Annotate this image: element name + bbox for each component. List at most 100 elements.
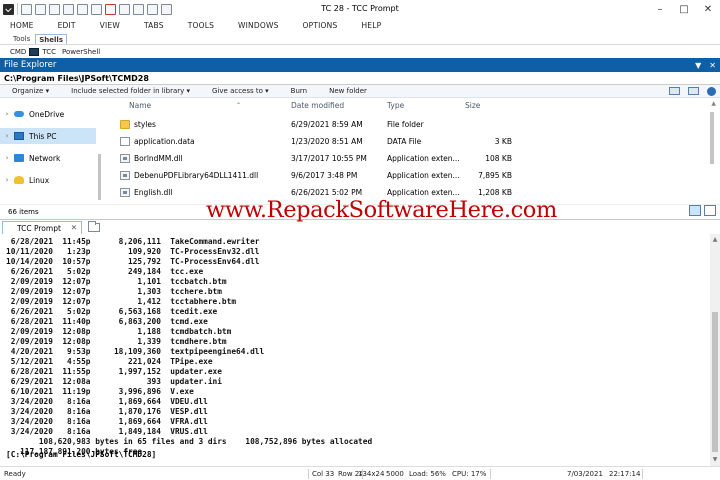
file-type: Application exten... (387, 188, 460, 197)
nav-item-linux[interactable]: › Linux (0, 172, 96, 188)
nav-item-network[interactable]: › Network (0, 150, 96, 166)
toolbar-right-icons (669, 87, 716, 96)
file-row[interactable]: application.data 1/23/2020 8:51 AM DATA … (112, 134, 512, 149)
settings-icon[interactable] (133, 3, 144, 15)
include-library-button[interactable]: Include selected folder in library ▾ (60, 87, 201, 95)
file-row[interactable]: styles 6/29/2021 8:59 AM File folder (112, 117, 512, 132)
expand-arrow-icon[interactable]: › (0, 176, 14, 184)
column-header-name[interactable]: Name ⌃ (129, 101, 241, 113)
file-name: DebenuPDFLibrary64DLL1411.dll (134, 171, 259, 180)
address-bar[interactable]: C:\Program Files\JPSoft\TCMD28 (0, 72, 720, 85)
copy-icon[interactable] (63, 3, 74, 15)
scroll-up-icon[interactable]: ▲ (712, 236, 718, 243)
console-line: 6/29/2021 12:08a 393 updater.ini (6, 377, 222, 386)
paste-icon[interactable] (77, 3, 88, 15)
folder-icon (120, 120, 130, 129)
view-toggle (689, 205, 716, 216)
console-line: 3/24/2020 8:16a 1,869,664 VFRA.dll (6, 417, 208, 426)
dropdown-icon[interactable] (161, 3, 172, 15)
status-divider (642, 469, 643, 479)
linux-icon (14, 176, 24, 184)
app-icon[interactable] (3, 3, 14, 15)
shell-powershell-button[interactable]: PowerShell (62, 48, 100, 56)
menu-tools[interactable]: TOOLS (176, 21, 226, 30)
view-options-icon[interactable] (669, 87, 680, 95)
file-list: Name ⌃ Date modified Type Size styles 6/2… (104, 98, 720, 204)
find-icon[interactable] (119, 3, 130, 15)
status-time: 22:17:14 (609, 470, 641, 478)
help-icon[interactable] (707, 87, 716, 96)
file-name: application.data (134, 137, 195, 146)
column-header-size[interactable]: Size (465, 101, 480, 113)
maximize-button[interactable]: □ (672, 0, 696, 18)
print-icon[interactable] (91, 3, 102, 15)
console-line: 2/09/2019 12:07p 1,303 tcchere.btm (6, 287, 222, 296)
burn-button[interactable]: Burn (280, 87, 318, 95)
menu-options[interactable]: OPTIONS (291, 21, 350, 30)
open-icon[interactable] (35, 3, 46, 15)
console-prompt[interactable]: [C:\Program Files\JPSoft\TCMD28] (6, 450, 156, 460)
status-bar: Ready Col 33 Row 24 134x24 5000 Load: 56… (0, 466, 720, 480)
menu-help[interactable]: HELP (349, 21, 393, 30)
menu-tabs[interactable]: TABS (132, 21, 176, 30)
console-line: 3/24/2020 8:16a 1,869,664 VDEU.dll (6, 397, 208, 406)
console-line: 4/20/2021 9:53p 18,109,360 textpipeengin… (6, 347, 265, 356)
file-explorer-title: File Explorer (4, 60, 57, 70)
menu-view[interactable]: VIEW (88, 21, 132, 30)
console-line: 10/14/2020 10:57p 125,792 TC-ProcessEnv6… (6, 257, 260, 266)
column-header-date[interactable]: Date modified (291, 101, 344, 113)
details-view-icon[interactable] (689, 205, 701, 216)
nav-item-label: Linux (29, 175, 50, 185)
column-header-type[interactable]: Type (387, 101, 404, 113)
organize-button[interactable]: Organize ▾ (0, 87, 60, 95)
nav-item-this-pc[interactable]: › This PC (0, 128, 96, 144)
expand-arrow-icon[interactable]: › (0, 154, 14, 162)
give-access-button[interactable]: Give access to ▾ (201, 87, 280, 95)
shell-cmd-button[interactable]: CMD (10, 48, 26, 56)
new-tab-icon[interactable] (88, 221, 100, 232)
menu-edit[interactable]: EDIT (46, 21, 88, 30)
dll-icon (120, 171, 130, 180)
console-line: 6/28/2021 11:40p 6,863,200 tcmd.exe (6, 317, 208, 326)
menu-windows[interactable]: WINDOWS (226, 21, 291, 30)
status-col: Col 33 (312, 470, 335, 478)
status-ready: Ready (4, 470, 26, 478)
minimize-button[interactable]: – (648, 0, 672, 18)
console-output[interactable]: 6/28/2021 11:45p 8,206,111 TakeCommand.e… (0, 234, 710, 466)
file-date: 3/17/2017 10:55 PM (291, 154, 367, 163)
close-pane-icon[interactable]: ✕ (709, 61, 716, 70)
file-row[interactable]: BorlndMM.dll 3/17/2017 10:55 PM Applicat… (112, 151, 512, 166)
nav-item-onedrive[interactable]: › OneDrive (0, 106, 96, 122)
menu-home[interactable]: HOME (0, 21, 46, 30)
stop-icon[interactable] (105, 3, 116, 15)
expand-arrow-icon[interactable]: › (0, 132, 14, 140)
file-date: 6/29/2021 8:59 AM (291, 120, 363, 129)
console-line: 6/28/2021 11:45p 8,206,111 TakeCommand.e… (6, 237, 260, 246)
edit-icon[interactable] (49, 3, 60, 15)
tab-tcc-prompt[interactable]: TCC Prompt ✕ (2, 221, 82, 235)
new-folder-button[interactable]: New folder (318, 87, 378, 95)
scroll-up-icon[interactable]: ▲ (711, 100, 716, 107)
expand-arrow-icon[interactable]: › (0, 110, 14, 118)
window-controls: – □ ✕ (648, 0, 720, 18)
shell-tcc-button[interactable]: TCC (42, 48, 56, 56)
navigation-pane: › OneDrive › This PC › Network › Linux (0, 98, 104, 204)
console-line: 6/28/2021 11:55p 1,997,152 updater.exe (6, 367, 222, 376)
close-button[interactable]: ✕ (696, 0, 720, 18)
new-window-icon[interactable] (21, 3, 32, 15)
pin-icon[interactable]: ▼ (695, 61, 701, 70)
help-icon[interactable] (147, 3, 158, 15)
network-icon (14, 154, 24, 162)
ribbon-divider (0, 44, 720, 45)
file-list-scrollbar[interactable] (710, 112, 714, 164)
large-icons-view-icon[interactable] (704, 205, 716, 216)
console-line: 10/11/2020 1:23p 109,920 TC-ProcessEnv32… (6, 247, 260, 256)
status-cpu: CPU: 17% (452, 470, 487, 478)
console-scroll-thumb[interactable] (712, 312, 718, 452)
preview-pane-icon[interactable] (688, 87, 699, 95)
dll-icon (120, 154, 130, 163)
nav-scrollbar[interactable] (98, 154, 101, 200)
scroll-down-icon[interactable]: ▼ (712, 456, 718, 463)
file-row[interactable]: DebenuPDFLibrary64DLL1411.dll 9/6/2017 3… (112, 168, 512, 183)
close-tab-icon[interactable]: ✕ (71, 223, 77, 232)
